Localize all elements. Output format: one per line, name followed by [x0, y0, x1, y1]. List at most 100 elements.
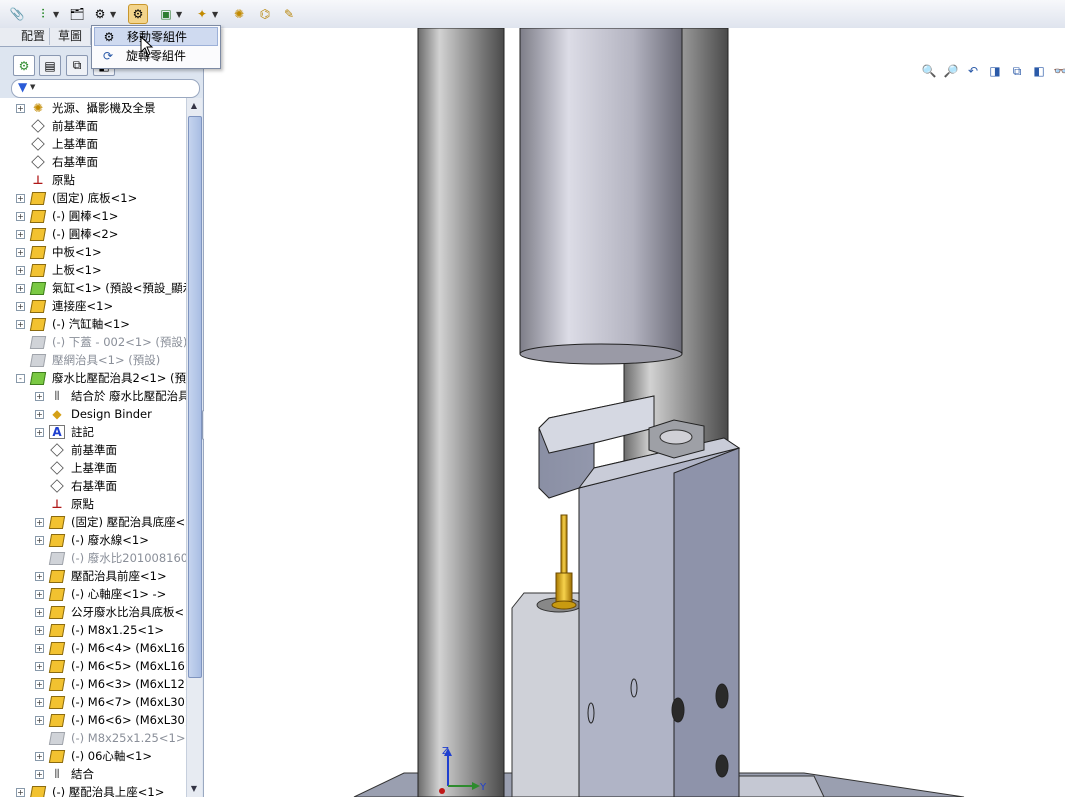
display-style-icon[interactable]: ◧: [1030, 64, 1048, 78]
tree-item[interactable]: + 公牙廢水比治具底板<: [0, 603, 186, 621]
tree-item[interactable]: 右基準面: [0, 477, 186, 495]
tree-item[interactable]: + (-) 圓棒<2>: [0, 225, 186, 243]
expand-icon[interactable]: +: [35, 698, 44, 707]
zoom-to-fit-icon[interactable]: 🔍: [920, 64, 938, 78]
expand-icon[interactable]: +: [35, 752, 44, 761]
previous-view-icon[interactable]: ↶: [964, 64, 982, 78]
tree-filter[interactable]: ▼ ▼: [11, 79, 200, 98]
exploded-view-icon[interactable]: ▣: [157, 5, 175, 23]
configuration-manager-tab[interactable]: ⧉: [66, 55, 88, 76]
smart-fasteners-icon[interactable]: ⚙: [91, 5, 109, 23]
tree-item[interactable]: + (-) M6<6> (M6xL30): [0, 711, 186, 729]
tree-item[interactable]: + (-) M6<4> (M6xL16): [0, 639, 186, 657]
expand-icon[interactable]: +: [35, 392, 44, 401]
collapse-icon[interactable]: -: [16, 374, 25, 383]
tree-item[interactable]: + (-) M8x1.25<1>: [0, 621, 186, 639]
expand-icon[interactable]: +: [35, 644, 44, 653]
tree-item[interactable]: + (固定) 底板<1>: [0, 189, 186, 207]
menu-item-move-component[interactable]: ⚙ 移動零組件: [94, 27, 218, 46]
chevron-down-icon[interactable]: ▼: [53, 10, 59, 19]
tree-item[interactable]: - 廢水比壓配治具2<1> (預設: [0, 369, 186, 387]
mate-icon[interactable]: ⫶: [34, 5, 52, 23]
assembly-feature-icon[interactable]: ⌬: [256, 5, 274, 23]
tree-item[interactable]: 右基準面: [0, 153, 186, 171]
chevron-down-icon[interactable]: ▼: [110, 10, 116, 19]
hide-show-icon[interactable]: ✎: [280, 5, 298, 23]
scrollbar-thumb[interactable]: [188, 116, 202, 678]
expand-icon[interactable]: +: [35, 770, 44, 779]
scroll-up-icon[interactable]: ▲: [188, 99, 200, 113]
expand-icon[interactable]: +: [16, 302, 25, 311]
tree-scrollbar[interactable]: ▲ ▼: [186, 98, 202, 797]
scroll-down-icon[interactable]: ▼: [188, 782, 200, 796]
expand-icon[interactable]: +: [35, 716, 44, 725]
tree-item[interactable]: ⊥ 原點: [0, 171, 186, 189]
tree-item[interactable]: + (-) 圓棒<1>: [0, 207, 186, 225]
tree-item[interactable]: + (-) 心軸座<1> ->: [0, 585, 186, 603]
tree-item[interactable]: ⊥ 原點: [0, 495, 186, 513]
expand-icon[interactable]: +: [16, 194, 25, 203]
expand-icon[interactable]: +: [35, 410, 44, 419]
tree-item[interactable]: + ✺ 光源、攝影機及全景: [0, 99, 186, 117]
view-orientation-icon[interactable]: ⧉: [1008, 64, 1026, 79]
tree-item[interactable]: + (-) 壓配治具上座<1>: [0, 783, 186, 797]
expand-icon[interactable]: +: [16, 320, 25, 329]
feature-manager-tab[interactable]: ⚙: [13, 55, 35, 76]
expand-icon[interactable]: +: [35, 518, 44, 527]
tree-item[interactable]: (-) 廢水比20100816011: [0, 549, 186, 567]
expand-icon[interactable]: +: [35, 662, 44, 671]
zoom-area-icon[interactable]: 🔎: [942, 64, 960, 78]
expand-icon[interactable]: +: [16, 284, 25, 293]
graphics-area[interactable]: 🔍🔎↶◨⧉◧👓☀▣☰ Z Y: [204, 28, 1065, 797]
expand-icon[interactable]: +: [35, 626, 44, 635]
tree-item[interactable]: + ⫴ 結合: [0, 765, 186, 783]
tree-item[interactable]: + (-) M6<3> (M6xL12): [0, 675, 186, 693]
menu-item-rotate-component[interactable]: ⟳ 旋轉零組件: [94, 47, 218, 66]
expand-icon[interactable]: +: [16, 788, 25, 797]
expand-icon[interactable]: +: [35, 536, 44, 545]
expand-icon[interactable]: +: [16, 104, 25, 113]
tree-item[interactable]: 壓網治具<1> (預設): [0, 351, 186, 369]
expand-icon[interactable]: +: [16, 266, 25, 275]
tree-item[interactable]: + ◆ Design Binder: [0, 405, 186, 423]
tab-sketch[interactable]: 草圖: [50, 28, 91, 45]
tree-item[interactable]: 前基準面: [0, 117, 186, 135]
tree-item[interactable]: + 連接座<1>: [0, 297, 186, 315]
tree-item[interactable]: + A 註記: [0, 423, 186, 441]
expand-icon[interactable]: +: [16, 230, 25, 239]
chevron-down-icon[interactable]: ▼: [176, 10, 182, 19]
tab-configuration[interactable]: 配置: [0, 28, 50, 45]
section-view-icon[interactable]: ◨: [986, 64, 1004, 78]
expand-icon[interactable]: +: [16, 212, 25, 221]
expand-icon[interactable]: +: [35, 590, 44, 599]
tree-item[interactable]: + (-) M6<7> (M6xL30): [0, 693, 186, 711]
tree-item[interactable]: + ⫴ 結合於 廢水比壓配治具: [0, 387, 186, 405]
tree-item[interactable]: 前基準面: [0, 441, 186, 459]
tree-item[interactable]: 上基準面: [0, 135, 186, 153]
tree-item[interactable]: + 上板<1>: [0, 261, 186, 279]
reference-geometry-icon[interactable]: ✦: [193, 5, 211, 23]
tree-item[interactable]: (-) 下蓋 - 002<1> (預設): [0, 333, 186, 351]
expand-icon[interactable]: +: [16, 248, 25, 257]
tree-item[interactable]: + (-) 廢水線<1>: [0, 531, 186, 549]
chevron-down-icon[interactable]: ▼: [212, 10, 218, 19]
expand-icon[interactable]: +: [35, 428, 44, 437]
tree-item[interactable]: + (-) 06心軸<1>: [0, 747, 186, 765]
insert-component-icon[interactable]: 🗂: [68, 5, 86, 23]
tree-item[interactable]: + 壓配治具前座<1>: [0, 567, 186, 585]
hide-show-items-icon[interactable]: 👓: [1052, 64, 1065, 78]
tree-item[interactable]: + 中板<1>: [0, 243, 186, 261]
lighting-icon[interactable]: ✺: [230, 5, 248, 23]
expand-icon[interactable]: +: [35, 572, 44, 581]
tree-item[interactable]: + (-) M6<5> (M6xL16): [0, 657, 186, 675]
tree-item[interactable]: (-) M8x25x1.25<1> (預設: [0, 729, 186, 747]
paperclip-icon[interactable]: 📎: [8, 5, 26, 23]
expand-icon[interactable]: +: [35, 680, 44, 689]
tree-item[interactable]: + 氣缸<1> (預設<預設_顯示: [0, 279, 186, 297]
expand-icon[interactable]: +: [35, 608, 44, 617]
property-manager-tab[interactable]: ▤: [39, 55, 61, 76]
move-component-icon[interactable]: ⚙: [128, 4, 148, 24]
tree-item[interactable]: 上基準面: [0, 459, 186, 477]
tree-item[interactable]: + (-) 汽缸軸<1>: [0, 315, 186, 333]
tree-item[interactable]: + (固定) 壓配治具底座<: [0, 513, 186, 531]
